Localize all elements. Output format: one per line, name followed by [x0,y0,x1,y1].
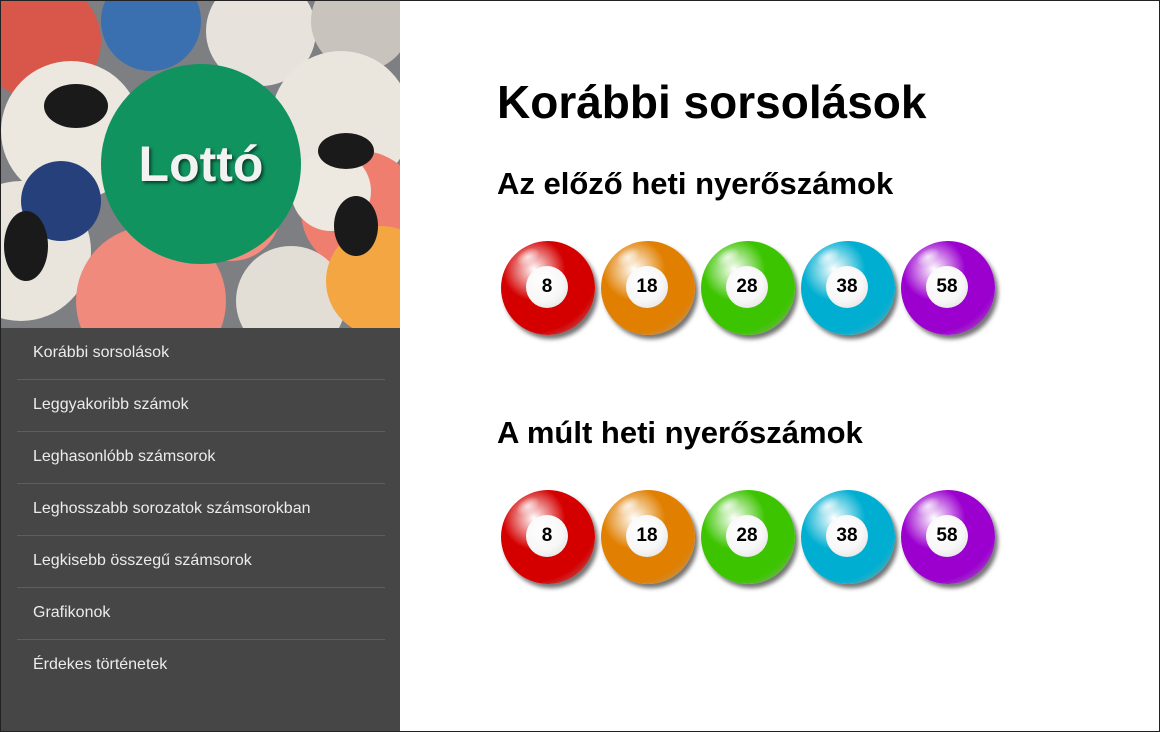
sidebar: Lottó Korábbi sorsolások Leggyakoribb sz… [1,1,400,731]
ball-number: 18 [626,266,668,308]
sidebar-item-korabbi-sorsolasok[interactable]: Korábbi sorsolások [17,328,385,380]
sidebar-item-leghasonlobb-szamsorok[interactable]: Leghasonlóbb számsorok [17,432,385,484]
lottery-ball-green: 28 [701,490,795,584]
lotto-logo[interactable]: Lottó [101,64,301,264]
ball-number: 28 [726,515,768,557]
ball-number: 38 [826,266,868,308]
sidebar-nav: Korábbi sorsolások Leggyakoribb számok L… [17,328,385,691]
lottery-ball-cyan: 38 [801,490,895,584]
ball-number: 8 [526,266,568,308]
section-title-previous-week: Az előző heti nyerőszámok [497,166,894,201]
ball-number: 8 [526,515,568,557]
header-banner-image: Lottó [1,1,400,328]
lottery-ball-orange: 18 [601,490,695,584]
lottery-ball-red: 8 [501,490,595,584]
ball-number: 58 [926,515,968,557]
lottery-ball-cyan: 38 [801,241,895,335]
sidebar-item-grafikonok[interactable]: Grafikonok [17,588,385,640]
sidebar-item-legkisebb-osszegu[interactable]: Legkisebb összegű számsorok [17,536,385,588]
main-content: Korábbi sorsolások Az előző heti nyerősz… [401,1,1159,731]
app-window: Lottó Korábbi sorsolások Leggyakoribb sz… [0,0,1160,732]
logo-text: Lottó [138,136,264,192]
lottery-ball-orange: 18 [601,241,695,335]
ball-number: 38 [826,515,868,557]
ball-number: 18 [626,515,668,557]
page-title: Korábbi sorsolások [497,76,927,128]
lottery-ball-green: 28 [701,241,795,335]
ball-number: 58 [926,266,968,308]
section-title-last-week: A múlt heti nyerőszámok [497,415,863,450]
lottery-ball-purple: 58 [901,490,995,584]
ball-number: 28 [726,266,768,308]
sidebar-item-erdekes-tortenetek[interactable]: Érdekes történetek [17,640,385,691]
lottery-ball-purple: 58 [901,241,995,335]
sidebar-item-leghosszabb-sorozatok[interactable]: Leghosszabb sorozatok számsorokban [17,484,385,536]
sidebar-item-leggyakoribb-szamok[interactable]: Leggyakoribb számok [17,380,385,432]
lottery-ball-red: 8 [501,241,595,335]
